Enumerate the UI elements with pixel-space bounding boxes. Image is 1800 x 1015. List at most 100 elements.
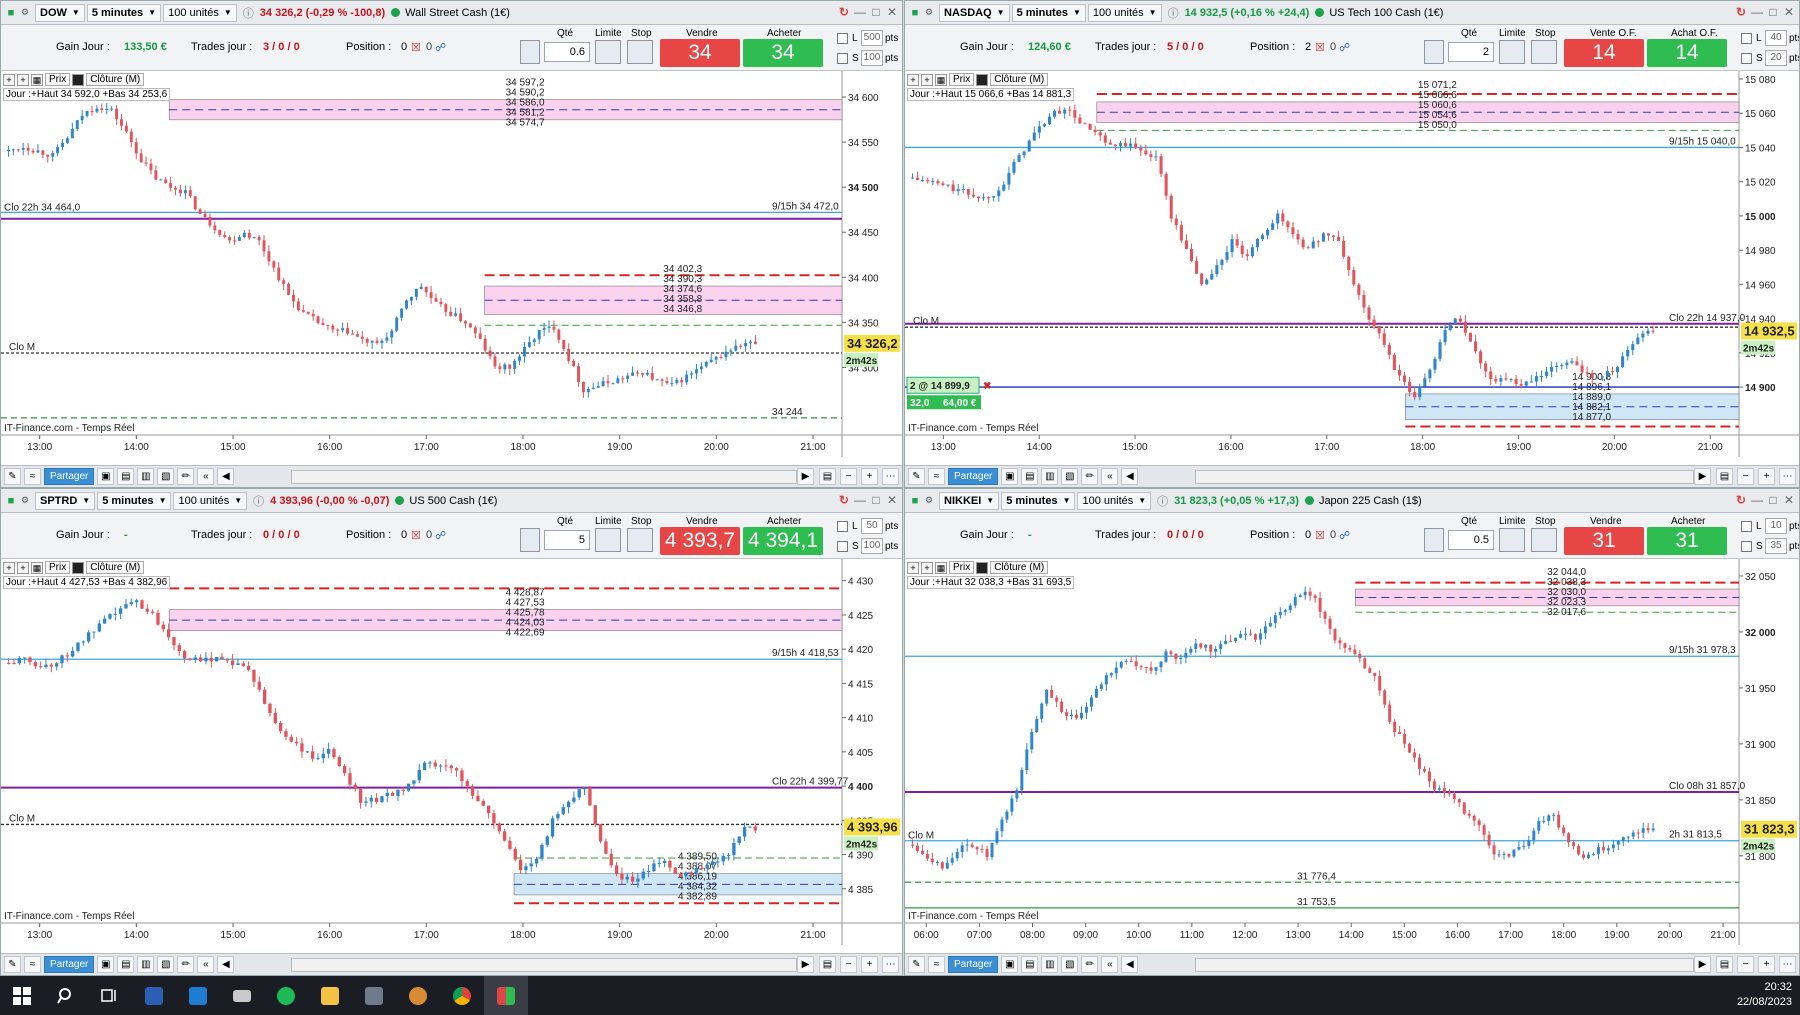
quantity-input[interactable]: 0.6 <box>544 42 590 62</box>
link-icon[interactable]: ☍ <box>435 41 446 54</box>
units-selector[interactable]: 100 unités ▼ <box>1077 491 1152 510</box>
pen-icon[interactable]: ✏ <box>1081 956 1099 973</box>
export-icon[interactable]: ▤ <box>1021 468 1039 485</box>
wrench-icon[interactable] <box>520 40 540 64</box>
zoom-out-icon[interactable]: − <box>840 956 857 973</box>
limit-points-input[interactable]: 50 <box>861 518 883 534</box>
word-icon[interactable] <box>132 976 176 1015</box>
stop-order-button[interactable] <box>627 528 653 552</box>
stop-checkbox[interactable] <box>837 53 848 64</box>
template-icon[interactable]: ▧ <box>157 956 175 973</box>
stop-checkbox[interactable] <box>1741 541 1752 552</box>
limit-checkbox[interactable] <box>1741 33 1752 44</box>
symbol-selector[interactable]: DOW ▼ <box>35 3 85 22</box>
indicators-icon[interactable]: ≈ <box>24 468 41 485</box>
units-selector[interactable]: 100 unités ▼ <box>1087 3 1162 22</box>
quantity-input[interactable]: 2 <box>1448 42 1494 62</box>
close-icon[interactable]: ✕ <box>884 492 900 508</box>
settings-icon[interactable]: ⚙ <box>21 7 35 18</box>
wrench-icon[interactable] <box>520 528 540 552</box>
maximize-icon[interactable]: □ <box>1765 492 1781 508</box>
maximize-icon[interactable]: □ <box>1765 4 1781 20</box>
info-icon[interactable]: ⓘ <box>253 493 264 509</box>
grid-icon[interactable]: ▦ <box>31 561 43 574</box>
folder-icon[interactable] <box>308 976 352 1015</box>
timeframe-selector[interactable]: 5 minutes ▼ <box>1001 491 1076 510</box>
scroll-left-icon[interactable]: ◀ <box>217 468 235 485</box>
crosshair-icon[interactable]: ⋯ <box>882 956 899 973</box>
close-series-toggle[interactable]: Clôture (M) <box>990 73 1049 86</box>
chrome-icon[interactable] <box>440 976 484 1015</box>
paint-icon[interactable] <box>396 976 440 1015</box>
add-indicator-icon[interactable]: + <box>3 561 15 574</box>
close-series-toggle[interactable]: Clôture (M) <box>86 73 145 86</box>
zoom-in-icon[interactable]: + <box>1758 956 1775 973</box>
minimize-icon[interactable]: — <box>852 4 868 20</box>
settings-icon[interactable]: ⚙ <box>925 495 939 506</box>
file-explorer-drive-icon[interactable] <box>220 976 264 1015</box>
zoom-area-icon[interactable]: ▤ <box>1716 468 1733 485</box>
price-series-toggle[interactable]: Prix <box>949 561 975 574</box>
timeframe-selector[interactable]: 5 minutes ▼ <box>97 491 172 510</box>
scroll-right-icon[interactable]: ▶ <box>797 956 814 973</box>
lock-icon[interactable]: ■ <box>1 7 21 19</box>
refresh-icon[interactable]: ↻ <box>836 492 852 508</box>
close-series-toggle[interactable]: Clôture (M) <box>86 561 145 574</box>
windows-start-icon[interactable] <box>0 976 44 1015</box>
buy-button[interactable]: 34 327,4 <box>743 39 823 92</box>
calculator-icon[interactable] <box>352 976 396 1015</box>
stop-points-input[interactable]: 35 <box>1765 538 1787 554</box>
share-button[interactable]: Partager <box>948 956 999 973</box>
lock-icon[interactable]: ■ <box>1 495 21 507</box>
add-indicator-icon[interactable]: + <box>907 73 919 86</box>
minimize-icon[interactable]: — <box>1749 492 1765 508</box>
scroll-right-icon[interactable]: ▶ <box>1694 956 1711 973</box>
symbol-selector[interactable]: SPTRD ▼ <box>35 491 96 510</box>
sell-button[interactable]: 4 393,7 <box>660 527 740 555</box>
zoom-fit-icon[interactable]: + <box>921 561 933 574</box>
template-icon[interactable]: ▧ <box>1061 956 1079 973</box>
info-icon[interactable]: ⓘ <box>1157 493 1168 509</box>
store-icon[interactable] <box>176 976 220 1015</box>
wrench-icon[interactable] <box>1424 528 1444 552</box>
close-series-icon[interactable] <box>976 561 989 574</box>
info-icon[interactable]: ⓘ <box>243 5 254 21</box>
units-selector[interactable]: 100 unités ▼ <box>163 3 237 22</box>
stop-order-button[interactable] <box>1531 40 1557 64</box>
save-icon[interactable]: ▣ <box>97 956 115 973</box>
indicators-icon[interactable]: ≈ <box>24 956 41 973</box>
price-chart[interactable]: + + ▦ Prix Clôture (M) Jour :+Haut 15 06… <box>905 71 1799 457</box>
draw-tools-icon[interactable]: ✎ <box>908 468 925 485</box>
settings-icon[interactable]: ⚙ <box>21 495 35 506</box>
system-clock[interactable]: 20:32 22/08/2023 <box>1737 980 1792 1010</box>
maximize-icon[interactable]: □ <box>868 4 884 20</box>
close-icon[interactable]: ✕ <box>1781 4 1797 20</box>
price-series-toggle[interactable]: Prix <box>45 73 71 86</box>
close-position-icon[interactable]: ☒ <box>1315 529 1325 542</box>
zoom-area-icon[interactable]: ▤ <box>819 468 836 485</box>
scroll-right-icon[interactable]: ▶ <box>797 468 814 485</box>
share-button[interactable]: Partager <box>44 956 95 973</box>
settings-icon[interactable]: ⚙ <box>925 7 939 18</box>
close-series-icon[interactable] <box>976 73 989 86</box>
draw-tools-icon[interactable]: ✎ <box>4 956 21 973</box>
add-indicator-icon[interactable]: + <box>907 561 919 574</box>
save-icon[interactable]: ▣ <box>97 468 115 485</box>
time-scrollbar[interactable] <box>1195 958 1694 972</box>
link-icon[interactable]: ☍ <box>1339 529 1350 542</box>
symbol-selector[interactable]: NIKKEI ▼ <box>939 491 1000 510</box>
lock-icon[interactable]: ■ <box>905 7 925 19</box>
buy-button[interactable]: 14 933,0 <box>1647 39 1727 92</box>
indicators-icon[interactable]: ≈ <box>928 468 945 485</box>
export-icon[interactable]: ▤ <box>117 956 135 973</box>
zoom-in-icon[interactable]: + <box>861 956 878 973</box>
sell-button[interactable]: 31 819,8 <box>1564 527 1644 580</box>
stop-points-input[interactable]: 20 <box>1765 50 1787 66</box>
draw-tools-icon[interactable]: ✎ <box>4 468 21 485</box>
minimize-icon[interactable]: — <box>1749 4 1765 20</box>
limit-order-button[interactable] <box>1499 40 1525 64</box>
export-icon[interactable]: ▤ <box>117 468 135 485</box>
link-icon[interactable]: ☍ <box>1339 41 1350 54</box>
template-icon[interactable]: ▧ <box>1061 468 1079 485</box>
search-icon[interactable] <box>44 976 88 1015</box>
